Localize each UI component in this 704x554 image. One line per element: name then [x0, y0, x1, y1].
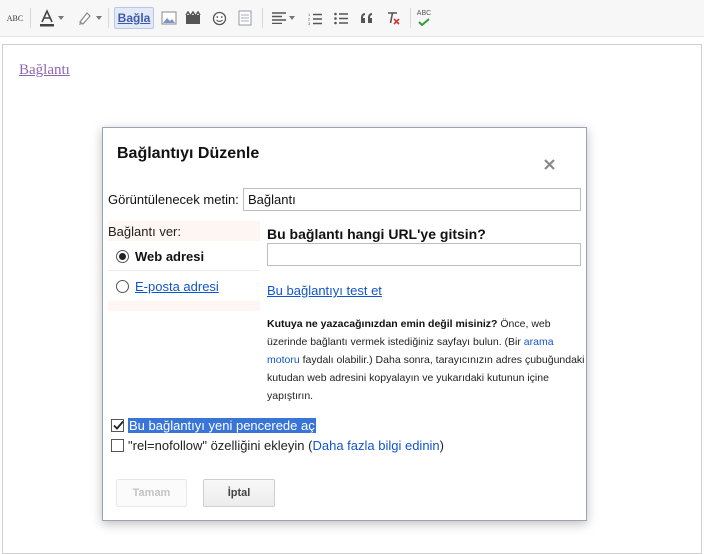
quote-icon: [361, 13, 372, 23]
editor-toolbar: ABC Bağla 1 2 3 ABC: [0, 0, 704, 37]
help-part2: faydalı olabilir.) Daha sonra, tarayıcın…: [267, 354, 585, 402]
toolbar-separator: [108, 8, 109, 28]
remove-formatting-button[interactable]: [383, 8, 403, 28]
display-text-input[interactable]: [243, 188, 581, 211]
learn-more-link[interactable]: Daha fazla bilgi edinin: [312, 438, 439, 453]
help-bold: Kutuya ne yazacağınızdan emin değil misi…: [267, 318, 498, 330]
toolbar-separator: [262, 8, 263, 28]
text-color-icon: [39, 9, 54, 27]
new-window-option[interactable]: Bu bağlantıyı yeni pencerede aç: [111, 418, 316, 433]
nofollow-checkbox[interactable]: [111, 439, 124, 452]
image-button[interactable]: [159, 8, 179, 28]
web-address-label: Web adresi: [135, 248, 205, 264]
quote-button[interactable]: [357, 8, 377, 28]
film-icon: [185, 11, 201, 24]
numbered-list-button[interactable]: 1 2 3: [305, 8, 325, 28]
dialog-title: Bağlantıyı Düzenle: [117, 145, 260, 162]
edit-link-dialog: Bağlantıyı Düzenle Görüntülenecek metin:…: [102, 127, 587, 521]
spellcheck-button[interactable]: ABC: [5, 8, 25, 28]
display-text-label: Görüntülenecek metin:: [108, 192, 239, 207]
ok-button[interactable]: Tamam: [116, 479, 187, 507]
bullet-list-icon: [334, 12, 348, 24]
align-button[interactable]: [268, 8, 298, 28]
url-question: Bu bağlantı hangi URL'ye gitsin?: [267, 226, 486, 242]
close-button[interactable]: [539, 154, 559, 174]
page-break-icon: [238, 10, 252, 26]
highlight-button[interactable]: [74, 8, 104, 28]
emoji-button[interactable]: [209, 8, 229, 28]
spellcheck-icon: ABC: [6, 13, 24, 23]
chevron-down-icon: [57, 16, 64, 20]
web-address-radio[interactable]: [116, 249, 129, 263]
email-address-option[interactable]: E-posta adresi: [108, 271, 260, 301]
editor-link-text[interactable]: Bağlantı: [19, 62, 70, 79]
text-color-button[interactable]: [36, 8, 66, 28]
email-address-label[interactable]: E-posta adresi: [135, 279, 219, 294]
nofollow-label: "rel=nofollow" özelliğini ekleyin (: [128, 438, 313, 453]
url-input[interactable]: [267, 243, 581, 266]
video-button[interactable]: [183, 8, 203, 28]
checkmark-icon: [418, 18, 430, 26]
help-text: Kutuya ne yazacağınızdan emin değil misi…: [267, 315, 585, 405]
numbered-list-icon: 1 2 3: [308, 12, 322, 25]
web-address-option[interactable]: Web adresi: [108, 241, 260, 271]
chevron-down-icon: [95, 16, 102, 20]
new-window-label: Bu bağlantıyı yeni pencerede aç: [128, 418, 316, 433]
new-window-checkbox[interactable]: [111, 419, 124, 432]
chevron-down-icon: [288, 16, 295, 20]
email-address-radio[interactable]: [116, 279, 129, 293]
align-left-icon: [271, 12, 286, 24]
link-button[interactable]: Bağla: [114, 7, 154, 29]
toolbar-separator: [30, 8, 31, 28]
checkmark-icon: [113, 420, 124, 430]
clear-format-icon: [388, 12, 400, 25]
close-icon: [543, 158, 555, 170]
bullet-list-button[interactable]: [331, 8, 351, 28]
check-spelling-button[interactable]: ABC: [414, 8, 434, 28]
spell-check-icon: ABC: [416, 10, 432, 17]
svg-text:3: 3: [308, 21, 311, 25]
nofollow-option[interactable]: "rel=nofollow" özelliğini ekleyin (Daha …: [111, 438, 444, 453]
jump-break-button[interactable]: [235, 8, 255, 28]
toolbar-separator: [410, 8, 411, 28]
highlighter-icon: [78, 12, 91, 25]
nofollow-close: ): [439, 438, 445, 453]
test-link[interactable]: Bu bağlantıyı test et: [267, 283, 382, 298]
smiley-icon: [212, 11, 226, 25]
link-to-label: Bağlantı ver:: [108, 224, 181, 239]
image-icon: [161, 11, 177, 25]
cancel-button[interactable]: İptal: [203, 479, 275, 507]
